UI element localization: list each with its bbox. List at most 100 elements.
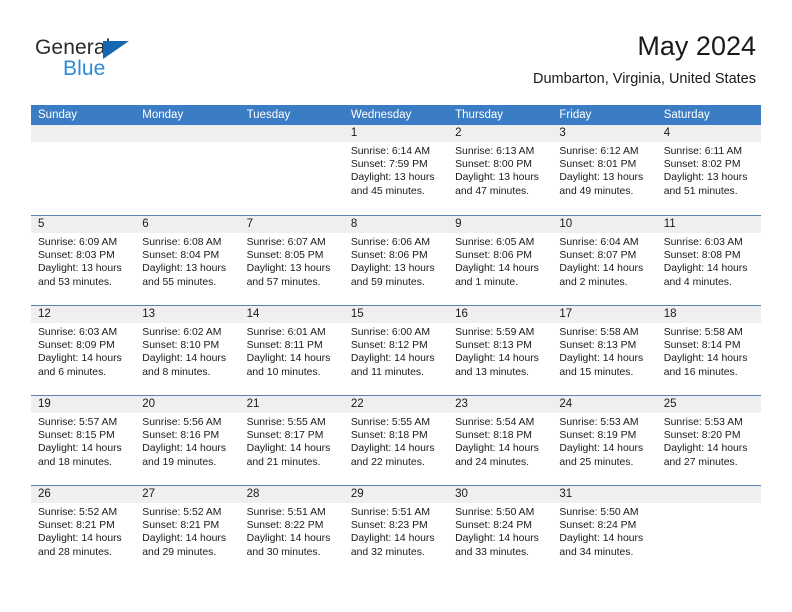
- day-number-band: 24: [552, 396, 657, 413]
- sunset-text: Sunset: 8:10 PM: [142, 340, 220, 352]
- calendar-day-cell[interactable]: 7 Sunrise: 6:07 AM Sunset: 8:05 PM Daylight…: [239, 216, 344, 305]
- calendar-day-cell[interactable]: 8 Sunrise: 6:06 AM Sunset: 8:06 PM Daylight…: [343, 216, 449, 305]
- daylight-text-line2: and 22 minutes.: [350, 456, 425, 468]
- calendar-day-cell[interactable]: 31 Sunrise: 5:50 AM Sunset: 8:24 PM Dayligh…: [552, 486, 657, 575]
- sunset-text: Sunset: 8:08 PM: [663, 250, 741, 262]
- sunset-text: Sunset: 8:05 PM: [246, 250, 324, 262]
- day-number-band: 14: [239, 306, 344, 323]
- sunset-text: Sunset: 8:23 PM: [350, 520, 428, 532]
- day-sun-info: Sunrise: 5:52 AM Sunset: 8:21 PM Daylight:…: [31, 503, 135, 559]
- sunset-text: Sunset: 8:04 PM: [142, 250, 220, 262]
- daylight-text-line1: Daylight: 14 hours: [663, 353, 748, 365]
- sunset-text: Sunset: 8:02 PM: [663, 159, 741, 171]
- weekday-header-friday: Friday: [559, 109, 592, 121]
- day-sun-info: Sunrise: 5:57 AM Sunset: 8:15 PM Daylight:…: [31, 413, 135, 469]
- calendar-day-cell[interactable]: 12 Sunrise: 6:03 AM Sunset: 8:09 PM Dayligh…: [31, 306, 136, 395]
- sunset-text: Sunset: 8:03 PM: [38, 250, 115, 262]
- day-sun-info: Sunrise: 6:14 AM Sunset: 7:59 PM Daylight:…: [344, 142, 448, 198]
- calendar-week-row: 26 Sunrise: 5:52 AM Sunset: 8:21 PM Dayligh…: [31, 485, 761, 575]
- day-number: 24: [559, 398, 573, 410]
- daylight-text-line1: Daylight: 14 hours: [246, 443, 331, 455]
- sunrise-text: Sunrise: 5:55 AM: [350, 417, 430, 428]
- calendar-day-cell[interactable]: 14 Sunrise: 6:01 AM Sunset: 8:11 PM Dayligh…: [239, 306, 344, 395]
- day-number-band: 10: [552, 216, 657, 233]
- sunset-text: Sunset: 8:24 PM: [455, 520, 532, 532]
- day-sun-info: Sunrise: 5:56 AM Sunset: 8:16 PM Daylight:…: [135, 413, 239, 469]
- calendar-day-cell[interactable]: 11 Sunrise: 6:03 AM Sunset: 8:08 PM Dayligh…: [656, 216, 761, 305]
- sunrise-text: Sunrise: 6:04 AM: [559, 237, 639, 248]
- calendar-day-cell[interactable]: 17 Sunrise: 5:58 AM Sunset: 8:13 PM Dayligh…: [552, 306, 657, 395]
- calendar-day-cell[interactable]: 9 Sunrise: 6:05 AM Sunset: 8:06 PM Daylight…: [448, 216, 553, 305]
- calendar-day-cell[interactable]: 24 Sunrise: 5:53 AM Sunset: 8:19 PM Dayligh…: [552, 396, 657, 485]
- weekday-header-row: Sunday Monday Tuesday Wednesday Thursday…: [31, 105, 761, 125]
- calendar-day-cell[interactable]: 10 Sunrise: 6:04 AM Sunset: 8:07 PM Dayligh…: [552, 216, 657, 305]
- daylight-text-line1: Daylight: 13 hours: [246, 263, 331, 275]
- day-number-band: 27: [135, 486, 240, 503]
- calendar-day-cell[interactable]: 26 Sunrise: 5:52 AM Sunset: 8:21 PM Dayligh…: [31, 486, 136, 575]
- calendar-day-cell[interactable]: 3 Sunrise: 6:12 AM Sunset: 8:01 PM Daylight…: [552, 125, 657, 214]
- calendar-day-cell[interactable]: 2 Sunrise: 6:13 AM Sunset: 8:00 PM Daylight…: [448, 125, 553, 214]
- sunrise-text: Sunrise: 5:51 AM: [246, 507, 326, 518]
- sunset-text: Sunset: 8:20 PM: [663, 430, 741, 442]
- calendar-day-cell[interactable]: 20 Sunrise: 5:56 AM Sunset: 8:16 PM Dayligh…: [135, 396, 240, 485]
- sunset-text: Sunset: 8:21 PM: [38, 520, 115, 532]
- daylight-text-line1: Daylight: 13 hours: [142, 263, 227, 275]
- calendar-week-row: 12 Sunrise: 6:03 AM Sunset: 8:09 PM Dayligh…: [31, 305, 761, 395]
- calendar-day-cell[interactable]: 23 Sunrise: 5:54 AM Sunset: 8:18 PM Dayligh…: [448, 396, 553, 485]
- day-number-band: 9: [448, 216, 553, 233]
- day-sun-info: Sunrise: 5:55 AM Sunset: 8:17 PM Daylight:…: [240, 413, 344, 469]
- day-sun-info: Sunrise: 5:51 AM Sunset: 8:23 PM Daylight:…: [344, 503, 448, 559]
- calendar-day-cell[interactable]: 22 Sunrise: 5:55 AM Sunset: 8:18 PM Dayligh…: [343, 396, 449, 485]
- calendar-day-cell[interactable]: 19 Sunrise: 5:57 AM Sunset: 8:15 PM Dayligh…: [31, 396, 136, 485]
- day-sun-info: Sunrise: 6:06 AM Sunset: 8:06 PM Daylight:…: [344, 233, 448, 289]
- daylight-text-line1: Daylight: 14 hours: [350, 443, 435, 455]
- daylight-text-line1: Daylight: 14 hours: [559, 353, 644, 365]
- day-number: 16: [455, 308, 468, 320]
- calendar-day-cell[interactable]: 25 Sunrise: 5:53 AM Sunset: 8:20 PM Dayligh…: [656, 396, 761, 485]
- calendar-day-cell[interactable]: 5 Sunrise: 6:09 AM Sunset: 8:03 PM Daylight…: [31, 216, 136, 305]
- day-number: 6: [142, 218, 149, 230]
- day-number: 19: [38, 398, 51, 410]
- day-sun-info: Sunrise: 6:13 AM Sunset: 8:00 PM Daylight:…: [448, 142, 552, 198]
- daylight-text-line1: Daylight: 13 hours: [350, 172, 435, 184]
- daylight-text-line2: and 11 minutes.: [350, 366, 425, 378]
- calendar-day-cell[interactable]: 29 Sunrise: 5:51 AM Sunset: 8:23 PM Dayligh…: [343, 486, 449, 575]
- daylight-text-line2: and 49 minutes.: [559, 185, 634, 197]
- daylight-text-line2: and 55 minutes.: [142, 276, 217, 288]
- calendar-day-cell-empty: [656, 486, 761, 575]
- calendar-day-cell[interactable]: 30 Sunrise: 5:50 AM Sunset: 8:24 PM Dayligh…: [448, 486, 553, 575]
- sunrise-text: Sunrise: 5:57 AM: [38, 417, 118, 428]
- daylight-text-line2: and 53 minutes.: [38, 276, 112, 288]
- calendar-day-cell[interactable]: 13 Sunrise: 6:02 AM Sunset: 8:10 PM Dayligh…: [135, 306, 240, 395]
- day-sun-info: Sunrise: 6:03 AM Sunset: 8:08 PM Daylight:…: [657, 233, 761, 289]
- day-number: 27: [142, 488, 156, 500]
- day-number: 20: [142, 398, 156, 410]
- sunset-text: Sunset: 8:15 PM: [38, 430, 115, 442]
- calendar-day-cell[interactable]: 1 Sunrise: 6:14 AM Sunset: 7:59 PM Daylight…: [343, 125, 449, 214]
- calendar-day-cell[interactable]: 15 Sunrise: 6:00 AM Sunset: 8:12 PM Dayligh…: [343, 306, 449, 395]
- sunset-text: Sunset: 8:19 PM: [559, 430, 637, 442]
- day-number-band: 11: [656, 216, 761, 233]
- calendar-day-cell[interactable]: 18 Sunrise: 5:58 AM Sunset: 8:14 PM Dayligh…: [656, 306, 761, 395]
- day-number-band: 18: [656, 306, 761, 323]
- day-number-band: 20: [135, 396, 240, 413]
- calendar-day-cell[interactable]: 28 Sunrise: 5:51 AM Sunset: 8:22 PM Dayligh…: [239, 486, 344, 575]
- calendar-day-cell[interactable]: 4 Sunrise: 6:11 AM Sunset: 8:02 PM Daylight…: [656, 125, 761, 214]
- daylight-text-line2: and 32 minutes.: [350, 546, 425, 558]
- sunrise-text: Sunrise: 5:53 AM: [663, 417, 743, 428]
- day-sun-info: Sunrise: 5:53 AM Sunset: 8:20 PM Daylight:…: [657, 413, 761, 469]
- daylight-text-line1: Daylight: 13 hours: [559, 172, 644, 184]
- calendar-day-cell[interactable]: 21 Sunrise: 5:55 AM Sunset: 8:17 PM Dayligh…: [239, 396, 344, 485]
- day-sun-info: Sunrise: 5:51 AM Sunset: 8:22 PM Daylight:…: [240, 503, 344, 559]
- day-number: 8: [350, 218, 358, 230]
- general-blue-logo[interactable]: General Blue: [35, 36, 235, 86]
- calendar-day-cell[interactable]: 16 Sunrise: 5:59 AM Sunset: 8:13 PM Dayligh…: [448, 306, 553, 395]
- sunrise-text: Sunrise: 6:14 AM: [350, 146, 430, 157]
- sunset-text: Sunset: 8:06 PM: [350, 250, 428, 262]
- day-number: 2: [455, 127, 462, 139]
- calendar-day-cell[interactable]: 6 Sunrise: 6:08 AM Sunset: 8:04 PM Daylight…: [135, 216, 240, 305]
- daylight-text-line1: Daylight: 14 hours: [246, 533, 331, 545]
- calendar-day-cell[interactable]: 27 Sunrise: 5:52 AM Sunset: 8:21 PM Dayligh…: [135, 486, 240, 575]
- day-number: 21: [246, 398, 260, 410]
- day-number-band: [656, 486, 761, 503]
